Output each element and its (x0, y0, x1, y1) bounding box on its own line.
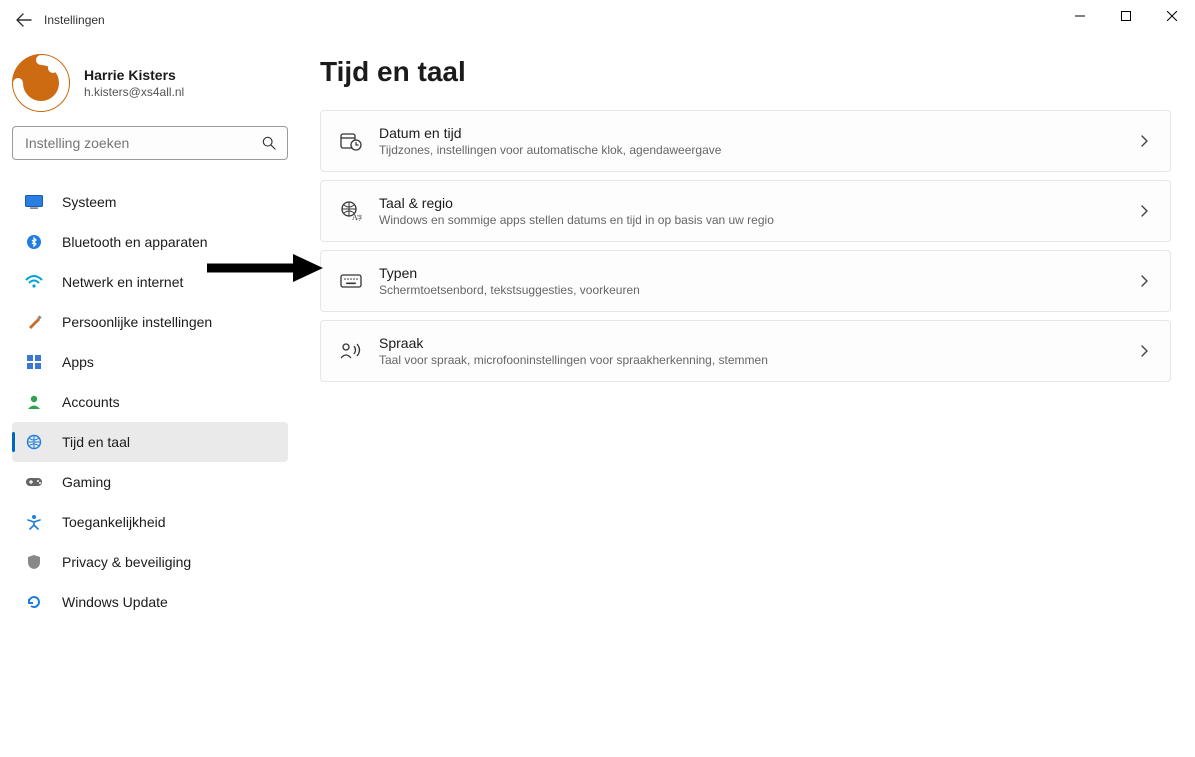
search-box[interactable] (12, 126, 288, 160)
window-controls (1057, 0, 1195, 32)
user-block[interactable]: Harrie Kisters h.kisters@xs4all.nl (12, 54, 288, 112)
sidebar-item-label: Toegankelijkheid (62, 514, 166, 530)
chevron-right-icon (1136, 273, 1152, 289)
sidebar: Harrie Kisters h.kisters@xs4all.nl Syste… (0, 40, 300, 757)
close-button[interactable] (1149, 0, 1195, 32)
wifi-icon (24, 272, 44, 292)
card-subtitle: Taal voor spraak, microfooninstellingen … (379, 353, 1136, 367)
card-subtitle: Schermtoetsenbord, tekstsuggesties, voor… (379, 283, 1136, 297)
maximize-icon (1121, 11, 1131, 21)
card-language-region[interactable]: A字 Taal & regio Windows en sommige apps … (320, 180, 1171, 242)
sidebar-item-apps[interactable]: Apps (12, 342, 288, 382)
sidebar-item-network[interactable]: Netwerk en internet (12, 262, 288, 302)
sidebar-item-personalization[interactable]: Persoonlijke instellingen (12, 302, 288, 342)
sidebar-item-label: Netwerk en internet (62, 274, 183, 290)
sidebar-item-label: Windows Update (62, 594, 168, 610)
main-panel: Tijd en taal Datum en tijd Tijdzones, in… (300, 40, 1195, 757)
search-input[interactable] (23, 134, 261, 152)
sidebar-item-label: Privacy & beveiliging (62, 554, 191, 570)
brush-icon (24, 312, 44, 332)
shield-icon (24, 552, 44, 572)
chevron-right-icon (1136, 133, 1152, 149)
avatar (12, 54, 70, 112)
sidebar-item-accounts[interactable]: Accounts (12, 382, 288, 422)
system-icon (24, 192, 44, 212)
sidebar-item-label: Accounts (62, 394, 120, 410)
sidebar-item-label: Gaming (62, 474, 111, 490)
keyboard-icon (339, 269, 363, 293)
chevron-right-icon (1136, 203, 1152, 219)
sidebar-item-label: Bluetooth en apparaten (62, 234, 208, 250)
user-email: h.kisters@xs4all.nl (84, 85, 184, 99)
user-name: Harrie Kisters (84, 67, 184, 83)
chevron-right-icon (1136, 343, 1152, 359)
apps-icon (24, 352, 44, 372)
back-arrow-icon (16, 12, 32, 28)
gamepad-icon (24, 472, 44, 492)
minimize-icon (1075, 11, 1085, 21)
sidebar-item-bluetooth[interactable]: Bluetooth en apparaten (12, 222, 288, 262)
card-subtitle: Windows en sommige apps stellen datums e… (379, 213, 1136, 227)
back-button[interactable] (4, 0, 44, 40)
sidebar-item-label: Apps (62, 354, 94, 370)
speech-icon (339, 339, 363, 363)
card-date-time[interactable]: Datum en tijd Tijdzones, instellingen vo… (320, 110, 1171, 172)
svg-text:字: 字 (357, 214, 362, 222)
card-speech[interactable]: Spraak Taal voor spraak, microfooninstel… (320, 320, 1171, 382)
card-subtitle: Tijdzones, instellingen voor automatisch… (379, 143, 1136, 157)
minimize-button[interactable] (1057, 0, 1103, 32)
page-title: Tijd en taal (320, 56, 1171, 88)
card-title: Typen (379, 265, 1136, 281)
person-icon (24, 392, 44, 412)
sidebar-item-label: Tijd en taal (62, 434, 130, 450)
sidebar-item-windows-update[interactable]: Windows Update (12, 582, 288, 622)
titlebar: Instellingen (0, 0, 1195, 40)
nav-list: Systeem Bluetooth en apparaten Netwerk e… (12, 182, 288, 622)
bluetooth-icon (24, 232, 44, 252)
sidebar-item-privacy[interactable]: Privacy & beveiliging (12, 542, 288, 582)
sidebar-item-label: Persoonlijke instellingen (62, 314, 212, 330)
card-title: Spraak (379, 335, 1136, 351)
search-icon (261, 135, 277, 151)
globe-clock-icon (24, 432, 44, 452)
accessibility-icon (24, 512, 44, 532)
card-title: Taal & regio (379, 195, 1136, 211)
card-title: Datum en tijd (379, 125, 1136, 141)
sidebar-item-system[interactable]: Systeem (12, 182, 288, 222)
close-icon (1167, 11, 1177, 21)
update-icon (24, 592, 44, 612)
window-title: Instellingen (44, 13, 105, 27)
sidebar-item-time-language[interactable]: Tijd en taal (12, 422, 288, 462)
sidebar-item-label: Systeem (62, 194, 116, 210)
sidebar-item-accessibility[interactable]: Toegankelijkheid (12, 502, 288, 542)
calendar-clock-icon (339, 129, 363, 153)
globe-language-icon: A字 (339, 199, 363, 223)
card-typing[interactable]: Typen Schermtoetsenbord, tekstsuggesties… (320, 250, 1171, 312)
maximize-button[interactable] (1103, 0, 1149, 32)
sidebar-item-gaming[interactable]: Gaming (12, 462, 288, 502)
